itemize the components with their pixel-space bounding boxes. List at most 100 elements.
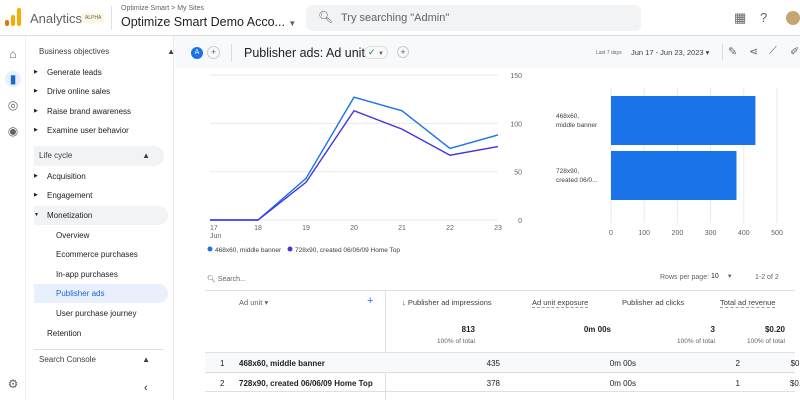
section-business-objectives[interactable]: Business objectives ▲ <box>34 42 189 62</box>
total-value: 813 <box>461 325 475 334</box>
account-selector[interactable]: Optimize Smart Demo Acco... ▼ <box>121 15 296 29</box>
sidebar-item-generate-leads[interactable]: ▶ Generate leads <box>34 63 168 82</box>
comparison-avatar[interactable]: A <box>191 47 203 59</box>
table-row[interactable]: 2 728x90, created 06/06/09 Home Top 378 0m … <box>205 372 800 392</box>
x-tick-label: 19 <box>302 225 310 232</box>
sidebar-item-acquisition[interactable]: ▶ Acquisition <box>34 167 168 186</box>
home-icon[interactable]: ⌂ <box>5 46 21 62</box>
insights-icon[interactable]: ⟋ <box>769 45 777 58</box>
report-status-check-icon[interactable]: ✓ ▼ <box>364 46 388 59</box>
sidebar-item-publisher-ads[interactable]: Publisher ads <box>34 284 168 303</box>
y-tick-label: 50 <box>514 170 522 177</box>
legend-label: 728x90, created 06/06/09 Home Top <box>295 247 400 254</box>
rows-per-page-label: Rows per page: <box>660 274 710 281</box>
legend-label: 468x60, middle banner <box>215 247 282 254</box>
sidebar-item-ecommerce-purchases[interactable]: Ecommerce purchases <box>34 245 168 264</box>
total-value: 3 <box>710 325 715 334</box>
column-header-exposure[interactable]: Ad unit exposure <box>532 298 589 308</box>
row-index: 2 <box>220 379 225 388</box>
report-area: A + Publisher ads: Ad unit ✓ ▼ + Last 7 … <box>175 36 800 400</box>
apps-grid-icon[interactable]: ▦ <box>734 10 746 26</box>
ad-unit-dimension-select[interactable]: Ad unit ▾ <box>239 298 268 307</box>
x-tick-label: 0 <box>609 230 613 237</box>
x-tick-label: 21 <box>398 225 406 232</box>
x-tick-label: 23 <box>494 225 502 232</box>
app-name: Analytics <box>30 11 83 26</box>
collapse-sidebar-icon[interactable]: ‹ <box>144 382 148 394</box>
left-rail: ⌂ ▮ ◎ ◉ ⚙ <box>0 36 26 400</box>
x-tick-label: 500 <box>771 230 783 237</box>
section-life-cycle[interactable]: Life cycle ▲ <box>34 146 164 166</box>
y-tick-label: 100 <box>510 121 522 128</box>
customize-report-icon[interactable]: ✎ <box>728 45 737 58</box>
advertising-icon[interactable]: ◉ <box>5 123 21 139</box>
legend-marker <box>287 246 293 252</box>
x-tick-label: 300 <box>705 230 717 237</box>
share-icon[interactable]: ⋖ <box>749 45 758 58</box>
column-header-revenue[interactable]: Total ad revenue <box>720 298 776 308</box>
metric-cell: 0m 00s <box>609 359 636 368</box>
x-tick-label: 17 <box>210 225 218 232</box>
sidebar-item-overview[interactable]: Overview <box>34 226 168 245</box>
table-row[interactable]: 1 468x60, middle banner 435 0m 00s 2 $0.11 <box>205 352 800 372</box>
bar-chart: 0 100 200 300 400 500 468x60, middle banner 728x… <box>556 88 783 237</box>
avatar[interactable] <box>786 11 800 25</box>
x-tick-month: Jun <box>210 233 221 240</box>
column-header-clicks[interactable]: Publisher ad clicks <box>622 298 684 307</box>
date-range-picker[interactable]: Jun 17 - Jun 23, 2023 ▾ <box>631 48 709 57</box>
sidebar-item-retention[interactable]: Retention <box>34 324 168 343</box>
metric-cell: 2 <box>735 359 740 368</box>
total-percent: 100% of total <box>437 338 475 345</box>
bar-category-label: 728x90, <box>556 168 579 175</box>
bar-category-label: 468x60, <box>556 113 579 120</box>
add-dimension-button[interactable]: + <box>367 295 373 307</box>
x-tick-label: 400 <box>738 230 750 237</box>
reports-icon[interactable]: ▮ <box>5 71 21 87</box>
metric-cell: 1 <box>735 379 740 388</box>
breadcrumb[interactable]: Optimize Smart > My Sites <box>121 5 204 12</box>
sidebar-item-raise-brand-awareness[interactable]: ▶ Raise brand awareness <box>34 102 168 121</box>
bar-category-label: created 06/0... <box>556 177 598 184</box>
line-chart: 0 50 100 150 17Jun 18 19 20 21 22 23 468x60, middle… <box>207 73 522 254</box>
search-icon: 🔍︎ <box>318 10 334 24</box>
chevron-up-icon: ▲ <box>167 47 175 56</box>
pagination: 1-2 of 2 <box>755 274 779 281</box>
add-filter-button[interactable]: + <box>397 46 409 58</box>
series-line <box>210 96 499 221</box>
help-icon[interactable]: ? <box>760 10 767 25</box>
metric-cell: $0.09 <box>789 379 800 388</box>
x-tick-label: 200 <box>672 230 684 237</box>
row-index: 1 <box>220 359 225 368</box>
bar-category-label: middle banner <box>556 122 598 129</box>
metric-cell: $0.11 <box>790 359 800 368</box>
x-tick-label: 20 <box>350 225 358 232</box>
top-bar: Analytics ALPHA Optimize Smart > My Site… <box>0 0 800 36</box>
search-input[interactable]: 🔍︎ Try searching "Admin" <box>306 5 641 31</box>
total-value: 0m 00s <box>583 325 611 334</box>
column-header-impressions[interactable]: ↓ Publisher ad impressions <box>402 298 492 307</box>
section-search-console[interactable]: Search Console ▲ <box>34 349 164 369</box>
rows-per-page-select[interactable]: 10 ▼ <box>711 273 741 280</box>
settings-gear-icon[interactable]: ⚙ <box>5 376 21 392</box>
chevron-up-icon: ▲ <box>142 151 150 160</box>
table-search-input[interactable]: 🔍︎ Search... <box>207 275 246 283</box>
sidebar-item-in-app-purchases[interactable]: In-app purchases <box>34 265 168 284</box>
metric-cell: 0m 00s <box>609 379 636 388</box>
metric-cell: 435 <box>486 359 500 368</box>
series-line <box>210 109 499 221</box>
x-tick-label: 18 <box>254 225 262 232</box>
sidebar-item-monetization[interactable]: ▼ Monetization <box>34 206 168 225</box>
ad-unit-cell: 728x90, created 06/06/09 Home Top <box>239 379 373 388</box>
explore-icon[interactable]: ◎ <box>5 97 21 113</box>
y-tick-label: 0 <box>518 218 522 225</box>
y-tick-label: 150 <box>510 73 522 80</box>
sidebar-item-drive-online-sales[interactable]: ▶ Drive online sales <box>34 82 168 101</box>
total-percent: 100% of total <box>747 338 785 345</box>
bar <box>611 151 737 200</box>
edit-icon[interactable]: ✐ <box>790 45 799 58</box>
add-comparison-button[interactable]: + <box>207 46 220 59</box>
sidebar: Business objectives ▲ ▶ Generate leads ▶ Dr… <box>26 36 175 400</box>
sidebar-item-examine-user-behavior[interactable]: ▶ Examine user behavior <box>34 121 168 140</box>
sidebar-item-engagement[interactable]: ▶ Engagement <box>34 186 168 205</box>
sidebar-item-user-purchase-journey[interactable]: User purchase journey <box>34 304 168 323</box>
